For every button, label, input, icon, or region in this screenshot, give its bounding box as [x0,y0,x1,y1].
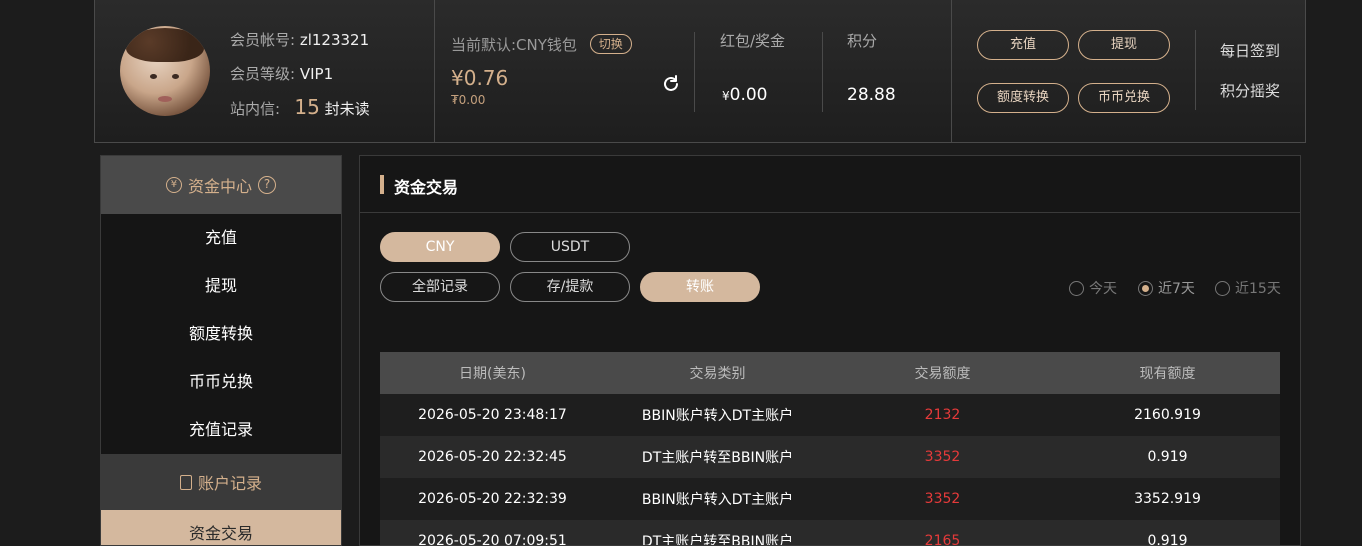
bonus-value: ¥0.00 [722,85,768,105]
column-header: 交易类别 [605,352,830,394]
title-accent-bar [380,175,384,194]
divider [1195,30,1196,110]
table-row: 2026-05-20 23:48:17 BBIN账户转入DT主账户 2132 2… [380,394,1280,436]
avatar[interactable] [120,26,210,116]
sidebar-section-title: 资金中心 [187,177,252,196]
default-wallet-label: 当前默认:CNY钱包 [451,36,577,54]
amount-cell: 2132 [830,394,1055,436]
points-value: 28.88 [847,85,896,105]
range-today[interactable]: 今天 [1069,278,1117,298]
sidebar: ¥ 资金中心 ? 充值 提现 额度转换 币币兑换 充值记录 账户记录 资金交易 [100,155,342,546]
inbox-label: 站内信: [230,100,281,118]
tab-transfer[interactable]: 转账 [640,272,760,302]
type-cell: BBIN账户转入DT主账户 [605,478,830,520]
transactions-table: 日期(美东) 交易类别 交易额度 现有额度 2026-05-20 23:48:1… [380,352,1280,545]
tab-deposit-withdraw[interactable]: 存/提款 [510,272,630,302]
sidebar-section-funds: ¥ 资金中心 ? [101,156,341,214]
date-cell: 2026-05-20 22:32:39 [380,478,605,520]
inbox-suffix: 封未读 [324,100,370,118]
range-7-days[interactable]: 近7天 [1138,278,1195,298]
amount-cell: 2165 [830,520,1055,545]
inbox-count[interactable]: 15 [294,95,319,119]
refresh-icon[interactable] [661,74,681,94]
type-cell: DT主账户转至BBIN账户 [605,520,830,545]
wallet-amount: ¥0.76 [451,66,509,90]
table-row: 2026-05-20 07:09:51 DT主账户转至BBIN账户 2165 0… [380,520,1280,545]
type-cell: BBIN账户转入DT主账户 [605,394,830,436]
divider [822,32,823,112]
exchange-button[interactable]: 币币兑换 [1078,83,1170,113]
daily-signin-link[interactable]: 每日签到 [1220,40,1280,61]
sidebar-item-deposit-records[interactable]: 充值记录 [101,406,341,454]
radio-icon[interactable] [1138,280,1153,296]
table-row: 2026-05-20 22:32:39 BBIN账户转入DT主账户 3352 3… [380,478,1280,520]
panel-header: 资金交易 [360,156,1300,213]
account-row: 会员帐号: zl123321 [230,29,369,50]
level-row: 会员等级: VIP1 [230,63,333,84]
type-cell: DT主账户转至BBIN账户 [605,436,830,478]
date-cell: 2026-05-20 22:32:45 [380,436,605,478]
balance-cell: 0.919 [1055,436,1280,478]
column-header: 现有额度 [1055,352,1280,394]
quick-actions: 充值 提现 额度转换 币币兑换 每日签到 积分摇奖 [952,0,1306,142]
withdraw-button[interactable]: 提现 [1078,30,1170,60]
column-header: 日期(美东) [380,352,605,394]
document-icon [179,474,192,490]
tab-usdt[interactable]: USDT [510,232,630,262]
date-cell: 2026-05-20 07:09:51 [380,520,605,545]
balance-cell: 3352.919 [1055,478,1280,520]
bonus-label: 红包/奖金 [720,32,786,50]
points-shake-link[interactable]: 积分摇奖 [1220,80,1280,101]
yuan-icon: ¥ [165,177,182,193]
account-value: zl123321 [299,31,370,49]
sidebar-section-title: 账户记录 [197,474,262,493]
tab-cny[interactable]: CNY [380,232,500,262]
account-label: 会员帐号: [230,31,296,49]
balance-cell: 0.919 [1055,520,1280,545]
range-label: 今天 [1089,281,1117,297]
account-header: 会员帐号: zl123321 会员等级: VIP1 站内信: 15 封未读 当前… [94,0,1306,143]
tab-all-records[interactable]: 全部记录 [380,272,500,302]
sidebar-item-deposit[interactable]: 充值 [101,214,341,262]
wallet-section: 当前默认:CNY钱包 切换 ¥0.76 ₮0.00 红包/奖金 ¥0.00 积分… [435,0,952,142]
transfer-button[interactable]: 额度转换 [977,83,1069,113]
bonus-currency: ¥ [722,89,730,103]
sidebar-item-transfer[interactable]: 额度转换 [101,310,341,358]
page-title: 资金交易 [394,178,459,197]
wallet-sub-amount: ₮0.00 [451,93,486,107]
sidebar-item-exchange[interactable]: 币币兑换 [101,358,341,406]
column-header: 交易额度 [830,352,1055,394]
range-label: 近15天 [1235,281,1281,297]
sidebar-item-fund-transactions[interactable]: 资金交易 [101,510,341,545]
radio-icon[interactable] [1069,280,1084,296]
main-panel: 资金交易 CNY USDT 全部记录 存/提款 转账 今天 近7天 近15天 日… [359,155,1301,546]
date-cell: 2026-05-20 23:48:17 [380,394,605,436]
divider [694,32,695,112]
radio-icon[interactable] [1215,280,1230,296]
bonus-amount: 0.00 [729,85,768,105]
level-value: VIP1 [299,65,334,83]
balance-cell: 2160.919 [1055,394,1280,436]
deposit-button[interactable]: 充值 [977,30,1069,60]
help-icon[interactable]: ? [258,176,276,194]
table-row: 2026-05-20 22:32:45 DT主账户转至BBIN账户 3352 0… [380,436,1280,478]
range-label: 近7天 [1158,281,1195,297]
level-label: 会员等级: [230,65,296,83]
switch-wallet-button[interactable]: 切换 [589,34,632,54]
table-header-row: 日期(美东) 交易类别 交易额度 现有额度 [380,352,1280,394]
user-info-section: 会员帐号: zl123321 会员等级: VIP1 站内信: 15 封未读 [95,0,435,142]
amount-cell: 3352 [830,436,1055,478]
amount-cell: 3352 [830,478,1055,520]
inbox-row[interactable]: 站内信: 15 封未读 [230,95,370,119]
range-15-days[interactable]: 近15天 [1215,278,1281,298]
points-label: 积分 [847,32,878,50]
default-wallet: 当前默认:CNY钱包 切换 [451,34,632,55]
sidebar-item-withdraw[interactable]: 提现 [101,262,341,310]
sidebar-section-records: 账户记录 [101,454,341,510]
